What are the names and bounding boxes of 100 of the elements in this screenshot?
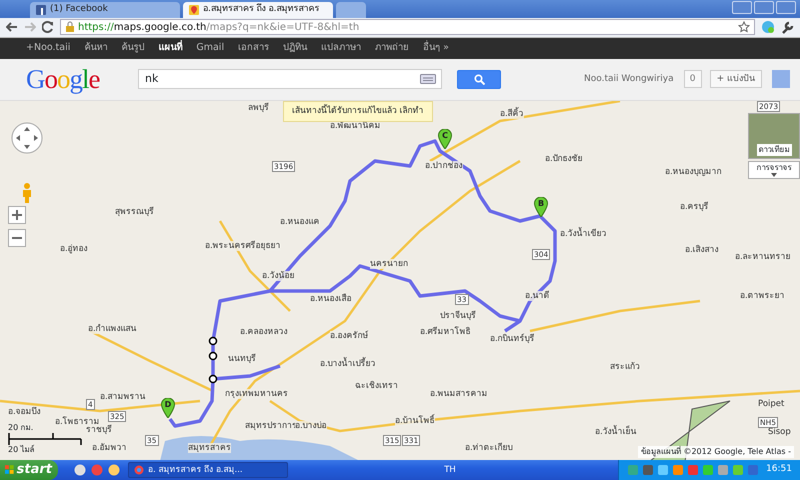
place-label: อ.กบินทร์บุรี xyxy=(490,334,535,344)
place-label: อ.หนองเสือ xyxy=(310,294,352,304)
map-marker[interactable]: D xyxy=(161,398,175,418)
place-label: อ.ศรีมหาโพธิ xyxy=(420,326,471,337)
minimize-button[interactable] xyxy=(732,1,752,14)
app-icon[interactable] xyxy=(74,464,86,476)
reload-icon[interactable] xyxy=(42,21,54,34)
place-label: อ.คลองหลวง xyxy=(240,326,288,337)
close-button[interactable] xyxy=(776,1,796,14)
nav-link[interactable]: อื่นๆ » xyxy=(423,41,449,56)
taskbar-task[interactable]: อ. สมุทรสาคร ถึง อ.สมุ... xyxy=(128,462,288,478)
pan-control[interactable] xyxy=(11,122,43,154)
place-label: อ.หนองบุญมาก xyxy=(665,166,722,177)
place-label: อ.สีคิ้ว xyxy=(500,108,524,119)
browser-tab[interactable]: อ.สมุทรสาคร ถึง อ.สมุทรสาคร xyxy=(183,2,333,18)
address-field[interactable]: https://maps.google.co.th/maps?q=nk&ie=UTF-8&hl=th xyxy=(60,19,755,36)
place-label: อ.เสิงสาง xyxy=(685,244,719,255)
map-marker[interactable]: C xyxy=(438,128,452,149)
nav-link[interactable]: ค้นหา xyxy=(84,41,108,56)
tray-icon[interactable] xyxy=(672,464,684,476)
new-tab-button[interactable] xyxy=(336,2,366,18)
place-label: ลพบุรี xyxy=(248,102,269,113)
place-label: อ.อู่ทอง xyxy=(60,244,88,254)
forward-icon[interactable] xyxy=(24,21,36,34)
search-icon xyxy=(474,74,484,85)
map-icon xyxy=(189,4,199,15)
place-label: อ.ตาพระยา xyxy=(740,290,785,301)
zoom-out-icon[interactable] xyxy=(8,228,26,247)
tray-icon[interactable] xyxy=(642,464,654,476)
language-indicator[interactable]: TH xyxy=(444,464,456,476)
restore-button[interactable] xyxy=(754,1,774,14)
nav-link[interactable]: +Noo.taii xyxy=(26,41,70,56)
place-label: สมุทรสาคร xyxy=(188,442,231,453)
place-label: Poipet xyxy=(758,398,784,409)
google-logo: Google xyxy=(26,63,100,96)
nav-link[interactable]: ปฏิทิน xyxy=(283,41,308,56)
place-label: นนทบุรี xyxy=(228,354,256,364)
nav-link[interactable]: แปลภาษา xyxy=(321,41,362,56)
app-icon[interactable] xyxy=(108,464,120,476)
star-icon[interactable] xyxy=(738,21,750,34)
browser-tab[interactable]: (1) Facebook xyxy=(30,2,180,18)
place-label: ปราจีนบุรี xyxy=(440,310,476,321)
place-label: อ.พนมสารคาม xyxy=(430,388,488,399)
zoom-in-icon[interactable] xyxy=(8,206,26,224)
nav-link[interactable]: Gmail xyxy=(196,41,224,56)
extension-icon[interactable] xyxy=(761,20,775,34)
tray-icon[interactable] xyxy=(732,464,744,476)
waypoint-icon[interactable] xyxy=(208,336,218,346)
place-label: อ.สามพราน xyxy=(100,392,146,402)
place-label: ฉะเชิงเทรา xyxy=(355,380,398,391)
browser-icon xyxy=(134,464,144,475)
satellite-toggle[interactable]: ดาวเทียม xyxy=(748,112,800,159)
windows-logo-icon xyxy=(5,464,14,476)
browser-icon[interactable] xyxy=(91,464,103,476)
lock-icon xyxy=(65,21,75,34)
place-label: สระแก้ว xyxy=(610,362,640,372)
search-button[interactable] xyxy=(457,70,501,89)
place-label: อ.พระนครศรีอยุธยา xyxy=(205,240,281,251)
search-field[interactable]: nk xyxy=(138,69,442,90)
waypoint-icon[interactable] xyxy=(208,350,218,361)
place-label: อ.จอมบึง xyxy=(8,406,41,417)
caret-icon xyxy=(771,172,777,177)
place-label: อ.ครบุรี xyxy=(680,202,709,212)
map-marker[interactable]: B xyxy=(534,196,548,217)
nav-link[interactable]: เอกสาร xyxy=(238,41,270,56)
wrench-icon[interactable] xyxy=(781,20,794,34)
place-label: อ.ท่าตะเกียบ xyxy=(465,442,513,453)
map-copyright: ข้อมูลแผนที่ ©2012 Google, Tele Atlas - xyxy=(638,446,794,458)
scale-label: 20 ไมล์ xyxy=(8,444,35,455)
nav-link[interactable]: ค้นรูป xyxy=(121,41,144,56)
user-name[interactable]: Noo.taii Wongwiriya xyxy=(584,72,674,86)
share-button[interactable]: + แบ่งปัน xyxy=(710,70,762,88)
tray-icon[interactable] xyxy=(657,464,670,476)
keyboard-icon[interactable] xyxy=(420,74,436,84)
nav-link[interactable]: ภาพถ่าย xyxy=(375,41,410,56)
place-label: สุพรรณบุรี xyxy=(115,206,154,217)
place-label: อ.บางน้ำเปรี้ยว xyxy=(320,358,376,369)
tray-icon[interactable] xyxy=(717,464,730,476)
tray-icon[interactable] xyxy=(747,464,760,476)
clock: 16:51 xyxy=(766,463,792,476)
start-button[interactable]: start xyxy=(0,460,58,480)
tray-icon[interactable] xyxy=(687,464,700,476)
tray-icon[interactable] xyxy=(702,464,714,476)
nav-link[interactable]: แผนที่ xyxy=(158,41,182,56)
notification-count[interactable]: 0 xyxy=(684,70,702,88)
notice-text: เส้นทางนี้ได้รับการแก้ไขแล้ว xyxy=(292,106,398,116)
place-label: อ.องครักษ์ xyxy=(330,330,369,341)
place-label: อ.กำแพงแสน xyxy=(88,324,137,334)
place-label: อ.อัมพวา xyxy=(92,442,127,453)
undo-link[interactable]: เลิกทำ xyxy=(400,106,424,116)
traffic-toggle[interactable]: การจราจร xyxy=(748,160,800,179)
pin-icon xyxy=(438,128,452,149)
place-label: อ.ปักธงชัย xyxy=(545,154,583,164)
place-label: สมุทรปราการ xyxy=(245,420,297,431)
avatar[interactable] xyxy=(772,70,790,88)
pin-icon xyxy=(534,196,548,217)
back-icon[interactable] xyxy=(6,21,18,34)
place-label: กรุงเทพมหานคร xyxy=(225,388,288,399)
waypoint-icon[interactable] xyxy=(208,374,218,384)
pin-icon xyxy=(161,398,175,418)
